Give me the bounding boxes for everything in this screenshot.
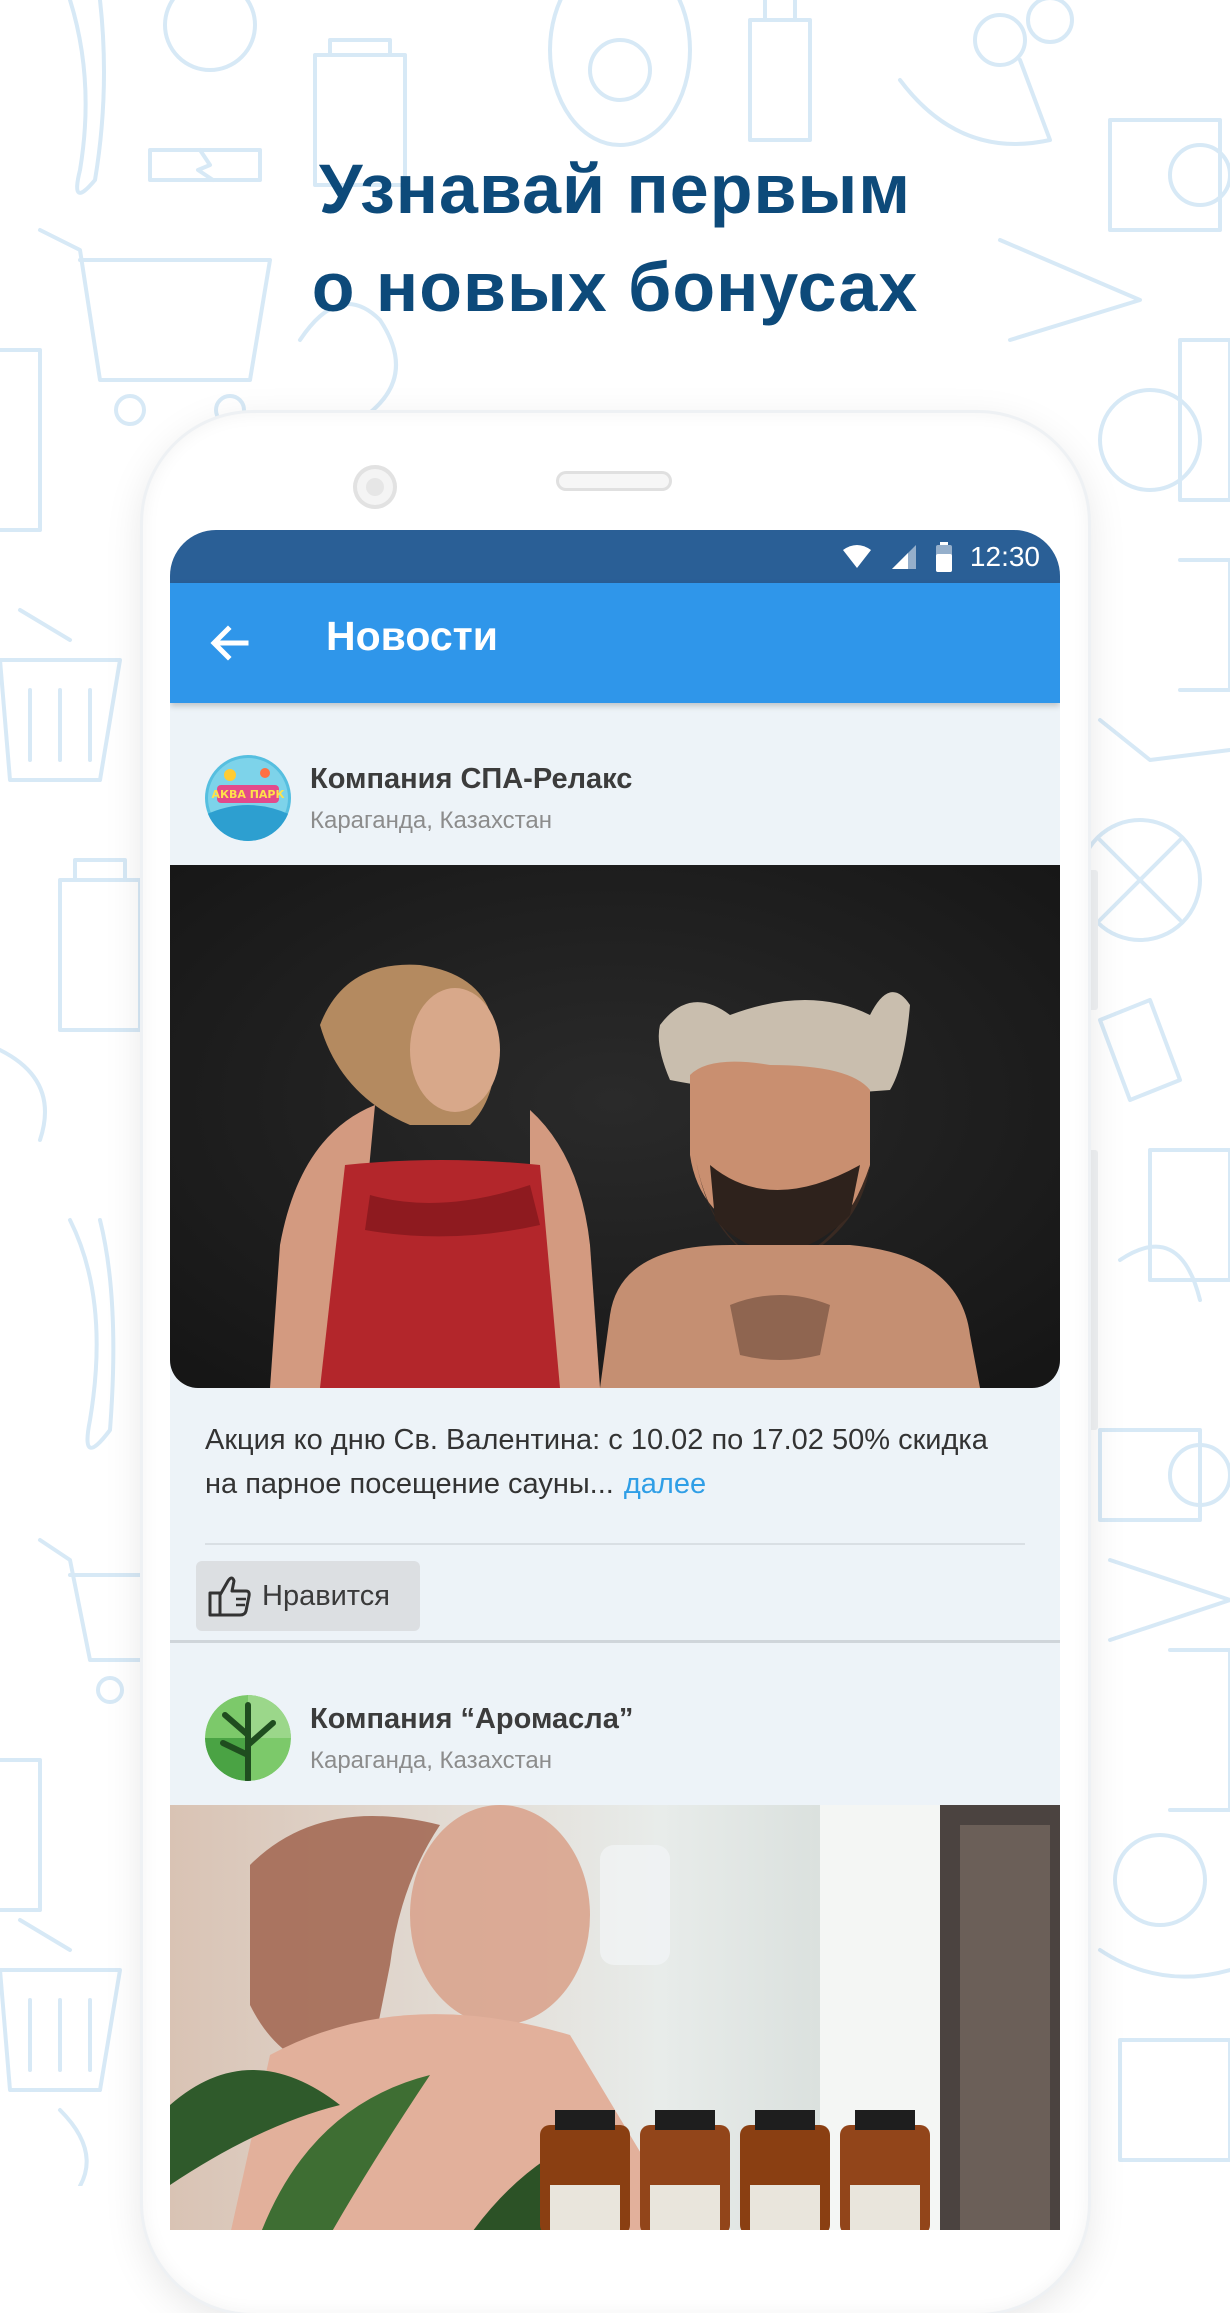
battery-icon <box>935 542 952 572</box>
company-name[interactable]: Компания “Аромасла” <box>310 1703 633 1736</box>
wifi-icon <box>842 545 871 568</box>
post-photo[interactable] <box>170 865 1060 1388</box>
back-arrow-icon <box>210 625 249 661</box>
company-name[interactable]: Компания СПА-Релакс <box>310 763 632 796</box>
phone-screen: 12:30 Новости АКВА ПАРК Компания СПА-Рел… <box>170 530 1060 2230</box>
phone-camera <box>353 465 397 509</box>
status-bar: 12:30 <box>170 530 1060 583</box>
back-button[interactable] <box>206 619 254 667</box>
read-more-link[interactable]: далее <box>624 1468 706 1500</box>
post-text: Акция ко дню Св. Валентина: с 10.02 по 1… <box>205 1418 1025 1506</box>
app-bar: Новости <box>170 583 1060 703</box>
status-time: 12:30 <box>969 541 1040 572</box>
post-text-content: Акция ко дню Св. Валентина: с 10.02 по 1… <box>205 1424 988 1500</box>
company-location: Караганда, Казахстан <box>310 1747 553 1774</box>
like-label: Нравится <box>262 1579 390 1612</box>
cellular-signal-icon <box>891 545 916 569</box>
news-post: АКВА ПАРК Компания СПА-Релакс Караганда,… <box>170 703 1060 1800</box>
like-button[interactable]: Нравится <box>196 1561 420 1631</box>
divider <box>205 1543 1025 1545</box>
post-photo[interactable] <box>170 1805 1060 2230</box>
svg-text:АКВА ПАРК: АКВА ПАРК <box>211 788 284 801</box>
news-post: Компания “Аромасла” Караганда, Казахстан <box>170 1643 1060 2230</box>
headline-line-1: Узнавай первым <box>318 150 912 228</box>
company-location: Караганда, Казахстан <box>310 807 553 834</box>
company-avatar[interactable] <box>205 1695 291 1781</box>
phone-speaker <box>556 471 672 491</box>
thumbs-up-icon <box>208 1576 251 1617</box>
company-avatar[interactable]: АКВА ПАРК <box>205 755 291 841</box>
page-title: Новости <box>326 613 498 659</box>
headline-line-2: о новых бонусах <box>311 248 919 326</box>
promo-headline: Узнавай первым о новых бонусах <box>0 140 1230 336</box>
